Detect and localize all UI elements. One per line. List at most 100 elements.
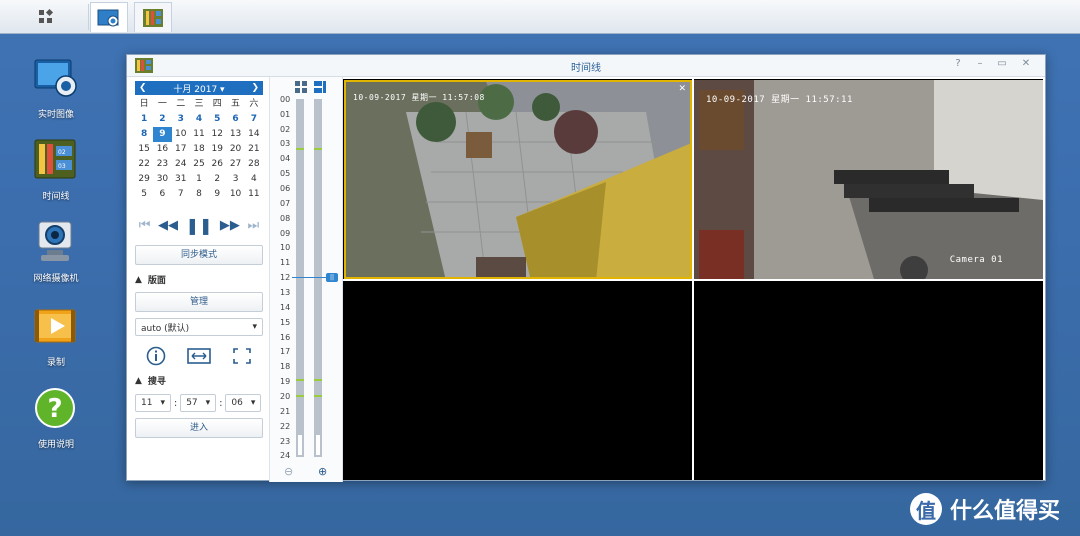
skip-start-icon[interactable]: ⏮	[139, 218, 151, 233]
time-separator: :	[174, 397, 178, 409]
calendar-day[interactable]: 6	[226, 112, 244, 127]
video-cell-4[interactable]	[694, 281, 1043, 479]
calendar-day[interactable]: 7	[172, 187, 190, 202]
calendar-day[interactable]: 5	[135, 187, 153, 202]
month-selector[interactable]: 十月 2017 ▾	[173, 82, 224, 95]
video-cell-2[interactable]: 10-09-2017 星期一 11:57:11 Camera 01	[694, 80, 1043, 279]
calendar-day[interactable]: 24	[172, 157, 190, 172]
sync-mode-button[interactable]: 同步模式	[135, 245, 263, 265]
timeline-icon: 02 03	[34, 139, 76, 179]
calendar-day[interactable]: 4	[190, 112, 208, 127]
calendar-day[interactable]: 21	[245, 142, 263, 157]
calendar-day[interactable]: 28	[245, 157, 263, 172]
chevron-up-icon: ▲	[135, 274, 142, 285]
calendar-day[interactable]: 1	[135, 112, 153, 127]
video-cell-1[interactable]: 10-09-2017 星期一 11:57:08 ✕	[344, 80, 692, 279]
calendar-day[interactable]: 11	[245, 187, 263, 202]
calendar-day[interactable]: 2	[208, 172, 226, 187]
calendar-day[interactable]: 7	[245, 112, 263, 127]
minimize-icon[interactable]: –	[973, 58, 987, 69]
calendar-day[interactable]: 9	[208, 187, 226, 202]
calendar-day[interactable]: 16	[153, 142, 171, 157]
timeline-track-2[interactable]	[314, 99, 322, 457]
info-icon[interactable]	[146, 346, 166, 366]
calendar-day[interactable]: 23	[153, 157, 171, 172]
manage-button[interactable]: 管理	[135, 292, 263, 312]
hour-select[interactable]: 11 ▾	[135, 394, 171, 412]
calendar-day[interactable]: 6	[153, 187, 171, 202]
close-icon[interactable]: ✕	[678, 84, 686, 94]
layout-section-label: 版面	[147, 276, 166, 286]
calendar-day[interactable]: 20	[226, 142, 244, 157]
layout-select[interactable]: auto (默认) ▾	[135, 318, 263, 336]
search-time-row: 11 ▾ : 57 ▾ : 06 ▾	[135, 394, 263, 412]
calendar-day-selected[interactable]: 9	[153, 127, 172, 142]
calendar-day[interactable]: 17	[172, 142, 190, 157]
desktop-help[interactable]: ? 使用说明	[22, 386, 90, 450]
calendar-day[interactable]: 31	[172, 172, 190, 187]
calendar-day[interactable]: 4	[245, 172, 263, 187]
list-view-icon[interactable]	[314, 81, 326, 93]
calendar-day[interactable]: 11	[190, 127, 208, 142]
window-titlebar[interactable]: 时间线 ? – ▭ ✕	[127, 55, 1045, 77]
main-menu-button[interactable]	[28, 2, 64, 32]
calendar-day[interactable]: 19	[208, 142, 226, 157]
video-cell-3[interactable]	[344, 281, 692, 479]
fast-forward-icon[interactable]: ▶▶	[220, 218, 240, 233]
live-view-icon	[97, 9, 119, 26]
calendar-day[interactable]: 14	[245, 127, 263, 142]
skip-end-icon[interactable]: ⏭	[247, 218, 259, 233]
track-gap	[316, 435, 320, 455]
second-select[interactable]: 06 ▾	[225, 394, 262, 412]
timeline-track-1[interactable]	[296, 99, 304, 457]
hour-label: 09	[280, 229, 291, 238]
calendar-day[interactable]: 22	[135, 157, 153, 172]
calendar-day[interactable]: 3	[226, 172, 244, 187]
zoom-in-icon[interactable]: ⊕	[318, 465, 327, 478]
watermark-text: 什么值得买	[950, 499, 1061, 524]
calendar-day[interactable]: 18	[190, 142, 208, 157]
calendar-day[interactable]: 8	[190, 187, 208, 202]
recording-mark	[296, 379, 304, 381]
chevron-right-icon[interactable]: ❯	[251, 83, 259, 93]
desktop-timeline[interactable]: 02 03 时间线	[22, 138, 90, 202]
calendar-day[interactable]: 10	[172, 127, 190, 142]
month-label: 十月 2017	[173, 84, 218, 95]
calendar-day[interactable]: 25	[190, 157, 208, 172]
calendar-day[interactable]: 12	[208, 127, 226, 142]
taskbar-live-view[interactable]	[90, 2, 128, 32]
help-icon[interactable]: ?	[951, 58, 965, 69]
desktop-live-view[interactable]: 实时图像	[22, 56, 90, 120]
calendar-day[interactable]: 15	[135, 142, 153, 157]
chevron-left-icon[interactable]: ❮	[139, 83, 147, 93]
calendar-day[interactable]: 3	[172, 112, 190, 127]
search-section-header[interactable]: ▲ 搜寻	[135, 374, 263, 388]
minute-select[interactable]: 57 ▾	[180, 394, 217, 412]
calendar-day[interactable]: 30	[153, 172, 171, 187]
desktop-recording[interactable]: 录制	[22, 304, 90, 368]
close-icon[interactable]: ✕	[1019, 58, 1033, 69]
grid-view-icon[interactable]	[295, 81, 307, 93]
fullscreen-icon[interactable]	[232, 347, 252, 365]
calendar-day[interactable]: 1	[190, 172, 208, 187]
ip-camera-icon	[38, 221, 72, 261]
desktop-ip-camera[interactable]: 网络摄像机	[22, 220, 90, 284]
calendar-day[interactable]: 13	[226, 127, 244, 142]
hour-label: 00	[280, 95, 291, 104]
fit-width-icon[interactable]	[187, 347, 211, 365]
calendar-day[interactable]: 8	[135, 127, 153, 142]
current-time-handle[interactable]: ||	[326, 273, 338, 282]
calendar-day[interactable]: 29	[135, 172, 153, 187]
calendar-day[interactable]: 5	[208, 112, 226, 127]
layout-section-header[interactable]: ▲ 版面	[135, 273, 263, 287]
calendar-day[interactable]: 2	[153, 112, 171, 127]
zoom-out-icon[interactable]: ⊖	[284, 465, 293, 478]
maximize-icon[interactable]: ▭	[995, 58, 1009, 69]
taskbar-timeline[interactable]	[134, 2, 172, 32]
enter-button[interactable]: 进入	[135, 418, 263, 438]
rewind-icon[interactable]: ◀◀	[158, 218, 178, 233]
calendar-day[interactable]: 10	[226, 187, 244, 202]
calendar-day[interactable]: 26	[208, 157, 226, 172]
calendar-day[interactable]: 27	[226, 157, 244, 172]
pause-icon[interactable]: ❚❚	[186, 216, 213, 235]
